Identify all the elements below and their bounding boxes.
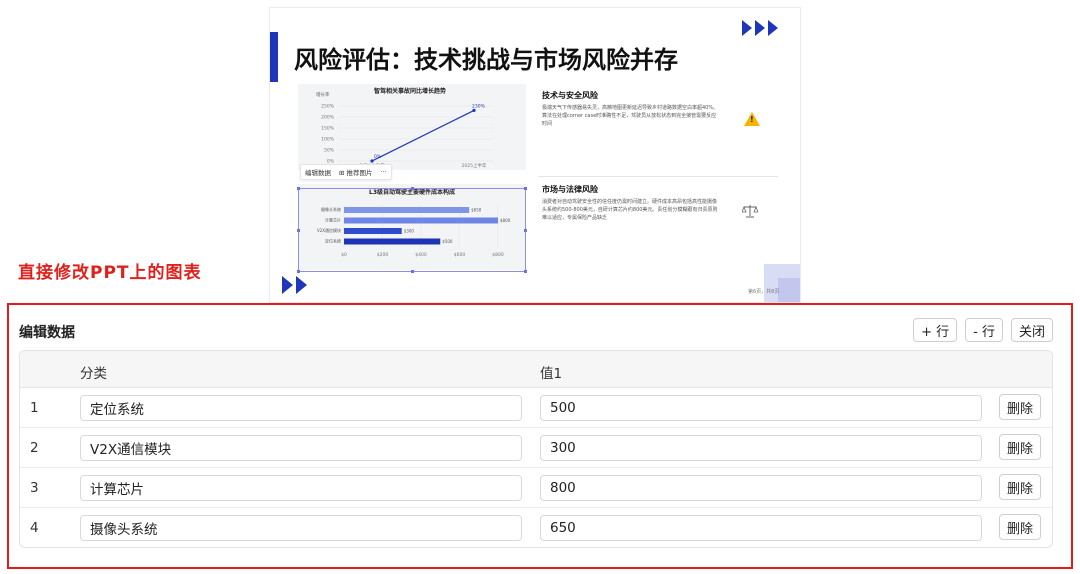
y-tick-label: 250%	[321, 104, 335, 110]
slide-preview[interactable]: 风险评估：技术挑战与市场风险并存 智驾相关事故同比增长趋势增长率 250% 200%…	[270, 8, 800, 302]
resize-handle[interactable]	[297, 187, 300, 190]
category-input[interactable]	[80, 515, 522, 541]
panel-toolbar: + 行 - 行 关闭	[913, 318, 1053, 342]
data-label: 0%	[374, 154, 382, 160]
warning-icon: !	[744, 112, 760, 126]
y-tick-label: 200%	[321, 115, 335, 121]
chart-mini-toolbar: 编辑数据 ⊞ 推荐图片 ···	[300, 164, 392, 180]
resize-handle[interactable]	[524, 229, 527, 232]
chart-title: 智驾相关事故同比增长趋势	[374, 87, 446, 95]
scale-icon	[742, 205, 758, 218]
x-tick-label: 2025上半年	[462, 162, 487, 169]
value-input[interactable]	[540, 435, 982, 461]
resize-handle[interactable]	[524, 270, 527, 273]
line-chart[interactable]: 智驾相关事故同比增长趋势增长率250%200%150%100%50%0%2024…	[298, 84, 526, 170]
resize-handle[interactable]	[411, 187, 414, 190]
grid-header: 分类 值1	[20, 351, 1052, 388]
delete-row-button[interactable]: 删除	[999, 394, 1042, 420]
y-tick-label: 50%	[324, 148, 335, 154]
resize-handle[interactable]	[411, 270, 414, 273]
page-number: 第6页，共8页	[748, 289, 780, 295]
divider	[538, 176, 778, 177]
slide-title[interactable]: 风险评估：技术挑战与市场风险并存	[294, 40, 678, 75]
column-header-category: 分类	[80, 366, 107, 382]
row-number: 4	[30, 520, 39, 536]
recommend-image-button[interactable]: ⊞ 推荐图片	[339, 167, 373, 177]
row-number: 3	[30, 480, 39, 496]
value-input[interactable]	[540, 515, 982, 541]
resize-handle[interactable]	[297, 229, 300, 232]
y-axis-label: 增长率	[316, 91, 330, 98]
line-chart-svg: 智驾相关事故同比增长趋势增长率250%200%150%100%50%0%2024…	[316, 87, 494, 169]
y-tick-label: 150%	[321, 126, 335, 132]
add-row-button[interactable]: + 行	[913, 318, 958, 342]
slide-accent-bar	[270, 32, 278, 82]
edit-data-button[interactable]: 编辑数据	[305, 167, 331, 177]
column-header-value: 值1	[540, 366, 563, 382]
row-number: 1	[30, 400, 39, 416]
recommend-image-label: 推荐图片	[346, 169, 373, 177]
row-number: 2	[30, 440, 39, 456]
data-grid: 分类 值1 1 删除 2 删除 3 删除 4	[19, 350, 1053, 548]
annotation-caption: 直接修改PPT上的图表	[18, 263, 202, 283]
series-line	[371, 109, 475, 162]
table-row: 2 删除	[20, 428, 1052, 468]
remove-row-button[interactable]: - 行	[965, 318, 1003, 342]
risk1-body: 极端天气下传感器易失灵，高精地图更新延迟导致乡村道路数据空白率超40%。算法在处…	[542, 105, 719, 127]
chevrons-icon	[742, 20, 781, 36]
y-tick-label: 100%	[321, 137, 335, 143]
risk1-heading: 技术与安全风险	[542, 91, 598, 100]
risk2-body: 消费者对自动驾驶安全性的信任度仍需时间建立。硬件成本高昂包括高性能摄像头系统约5…	[542, 199, 718, 221]
category-input[interactable]	[80, 435, 522, 461]
more-button[interactable]: ···	[381, 168, 387, 176]
resize-handle[interactable]	[297, 270, 300, 273]
edit-data-panel: 编辑数据 + 行 - 行 关闭 分类 值1 1 删除 2 删除	[7, 303, 1073, 569]
category-input[interactable]	[80, 395, 522, 421]
data-label: 230%	[472, 103, 486, 109]
resize-handle[interactable]	[524, 187, 527, 190]
panel-title: 编辑数据	[19, 325, 75, 341]
delete-row-button[interactable]: 删除	[999, 474, 1042, 500]
table-row: 1 删除	[20, 388, 1052, 428]
stage: 风险评估：技术挑战与市场风险并存 智驾相关事故同比增长趋势 增长率 250% 200%…	[0, 0, 1080, 574]
value-input[interactable]	[540, 395, 982, 421]
value-input[interactable]	[540, 475, 982, 501]
chart-selection-frame[interactable]	[297, 187, 527, 273]
risk2-heading: 市场与法律风险	[542, 185, 598, 194]
table-row: 3 删除	[20, 468, 1052, 508]
delete-row-button[interactable]: 删除	[999, 434, 1042, 460]
chevrons-icon	[282, 276, 310, 294]
category-input[interactable]	[80, 475, 522, 501]
corner-decoration	[778, 278, 800, 302]
delete-row-button[interactable]: 删除	[999, 514, 1042, 540]
table-row: 4 删除	[20, 508, 1052, 547]
close-button[interactable]: 关闭	[1010, 318, 1053, 342]
